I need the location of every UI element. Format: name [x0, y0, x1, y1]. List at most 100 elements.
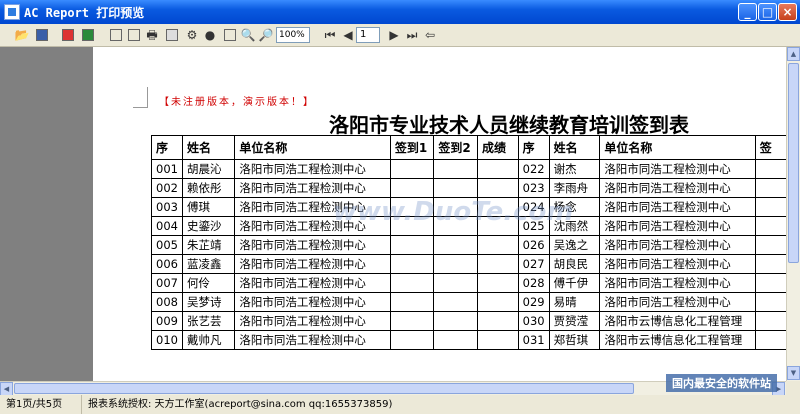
empty-cell — [389, 235, 435, 255]
site-stamp: 国内最安全的软件站 — [666, 374, 777, 392]
toolbar: 📂 🖶 ⚙ ● 🔍 🔎 100% ⏮ ◀ 1 ▶ ⏭ ⇦ — [0, 24, 800, 47]
empty-cell — [389, 254, 435, 274]
horizontal-scroll-thumb[interactable] — [14, 383, 634, 394]
export-excel-icon[interactable] — [80, 27, 96, 43]
status-bar: 第1页/共5页 报表系统授权: 天方工作室(acreport@sina.com … — [0, 395, 800, 414]
open-icon[interactable]: 📂 — [14, 27, 30, 43]
table-cell: 030 — [517, 311, 550, 331]
empty-cell — [433, 235, 478, 255]
table-cell: 胡良民 — [548, 254, 601, 274]
empty-cell — [389, 273, 435, 293]
table-cell: 何伶 — [181, 273, 236, 293]
report-page: 【未注册版本，演示版本！】 洛阳市专业技术人员继续教育培训签到表 序 姓名 单位… — [93, 47, 786, 381]
save-icon[interactable] — [34, 27, 50, 43]
scroll-up-icon[interactable]: ▲ — [787, 47, 800, 61]
empty-cell — [389, 330, 435, 350]
empty-cell — [754, 197, 786, 217]
table-cell: 洛阳市同浩工程检测中心 — [599, 292, 756, 312]
empty-cell — [477, 254, 519, 274]
stop-icon[interactable]: ● — [202, 27, 218, 43]
table-row: 002 赖依彤 洛阳市同浩工程检测中心 023 李雨舟 洛阳市同浩工程检测中心 — [151, 178, 786, 198]
empty-cell — [433, 254, 478, 274]
table-cell: 028 — [517, 273, 550, 293]
scroll-left-icon[interactable]: ◀ — [0, 382, 13, 396]
table-cell: 007 — [151, 273, 183, 293]
table-cell: 031 — [517, 330, 550, 350]
table-cell: 洛阳市同浩工程检测中心 — [599, 254, 756, 274]
vertical-scrollbar[interactable]: ▲ ▼ — [786, 47, 800, 381]
table-row: 001 胡晨沁 洛阳市同浩工程检测中心 022 谢杰 洛阳市同浩工程检测中心 — [151, 159, 786, 179]
page-number-input[interactable]: 1 — [356, 27, 380, 43]
empty-cell — [477, 311, 519, 331]
document-icon[interactable] — [126, 27, 142, 43]
table-cell: 谢杰 — [548, 159, 601, 179]
empty-cell — [754, 330, 786, 350]
table-cell: 洛阳市同浩工程检测中心 — [234, 330, 391, 350]
table-cell: 洛阳市同浩工程检测中心 — [234, 311, 391, 331]
table-row: 007 何伶 洛阳市同浩工程检测中心 028 傅千伊 洛阳市同浩工程检测中心 — [151, 273, 786, 293]
page-setup-icon[interactable] — [108, 27, 124, 43]
table-row: 008 吴梦诗 洛阳市同浩工程检测中心 029 易晴 洛阳市同浩工程检测中心 — [151, 292, 786, 312]
calculator-icon[interactable] — [164, 27, 180, 43]
site-watermark: www.DuoTe.com — [333, 197, 574, 227]
page-corner-mark — [133, 87, 148, 108]
table-cell: 008 — [151, 292, 183, 312]
table-cell: 022 — [517, 159, 550, 179]
table-row: 009 张艺芸 洛阳市同浩工程检测中心 030 贾赟滢 洛阳市云博信息化工程管理 — [151, 311, 786, 331]
window-title: AC Report 打印预览 — [24, 6, 145, 20]
empty-cell — [754, 235, 786, 255]
column-header: 序 — [151, 135, 183, 160]
maximize-button[interactable]: □ — [758, 3, 777, 21]
zoom-select[interactable]: 100% — [276, 27, 310, 43]
table-cell: 洛阳市同浩工程检测中心 — [234, 159, 391, 179]
preview-viewport[interactable]: 【未注册版本，演示版本！】 洛阳市专业技术人员继续教育培训签到表 序 姓名 单位… — [0, 47, 786, 381]
page-status: 第1页/共5页 — [0, 395, 82, 414]
vertical-scroll-thumb[interactable] — [788, 63, 799, 263]
table-cell: 009 — [151, 311, 183, 331]
next-page-icon[interactable]: ▶ — [386, 27, 402, 43]
table-cell: 蓝凌鑫 — [181, 254, 236, 274]
find-icon[interactable]: 🔍 — [240, 27, 256, 43]
table-row: 005 朱芷靖 洛阳市同浩工程检测中心 026 吴逸之 洛阳市同浩工程检测中心 — [151, 235, 786, 255]
minimize-button[interactable]: _ — [738, 3, 757, 21]
prev-page-icon[interactable]: ◀ — [340, 27, 356, 43]
table-cell: 洛阳市云博信息化工程管理 — [599, 311, 756, 331]
table-cell: 027 — [517, 254, 550, 274]
table-cell: 洛阳市云博信息化工程管理 — [599, 330, 756, 350]
empty-cell — [477, 330, 519, 350]
first-page-icon[interactable]: ⏮ — [322, 27, 338, 43]
last-page-icon[interactable]: ⏭ — [404, 27, 420, 43]
zoom-icon[interactable]: 🔎 — [258, 27, 274, 43]
table-cell: 郑哲琪 — [548, 330, 601, 350]
gear-icon[interactable]: ⚙ — [184, 27, 200, 43]
close-button[interactable]: × — [778, 3, 797, 21]
table-cell: 洛阳市同浩工程检测中心 — [234, 178, 391, 198]
empty-cell — [389, 311, 435, 331]
empty-cell — [754, 311, 786, 331]
empty-cell — [754, 292, 786, 312]
signin-table: 序 姓名 单位名称 签到1 签到2 成绩 序 姓名 单位名称 签 001 胡晨沁洛… — [151, 135, 786, 350]
export-pdf-icon[interactable] — [60, 27, 76, 43]
table-cell: 李雨舟 — [548, 178, 601, 198]
table-cell: 吴梦诗 — [181, 292, 236, 312]
table-cell: 朱芷靖 — [181, 235, 236, 255]
table-cell: 洛阳市同浩工程检测中心 — [234, 254, 391, 274]
table-cell: 003 — [151, 197, 183, 217]
table-cell: 023 — [517, 178, 550, 198]
column-header: 签到1 — [389, 135, 435, 160]
scroll-down-icon[interactable]: ▼ — [787, 366, 800, 380]
empty-cell — [433, 330, 478, 350]
empty-cell — [389, 178, 435, 198]
report-title: 洛阳市专业技术人员继续教育培训签到表 — [329, 113, 689, 137]
table-cell: 029 — [517, 292, 550, 312]
column-header: 单位名称 — [599, 135, 756, 160]
table-cell: 026 — [517, 235, 550, 255]
page-view-icon[interactable] — [222, 27, 238, 43]
empty-cell — [477, 273, 519, 293]
table-cell: 洛阳市同浩工程检测中心 — [599, 159, 756, 179]
empty-cell — [389, 159, 435, 179]
print-icon[interactable]: 🖶 — [144, 27, 160, 43]
column-header: 单位名称 — [234, 135, 391, 160]
exit-icon[interactable]: ⇦ — [422, 27, 438, 43]
table-cell: 洛阳市同浩工程检测中心 — [599, 178, 756, 198]
